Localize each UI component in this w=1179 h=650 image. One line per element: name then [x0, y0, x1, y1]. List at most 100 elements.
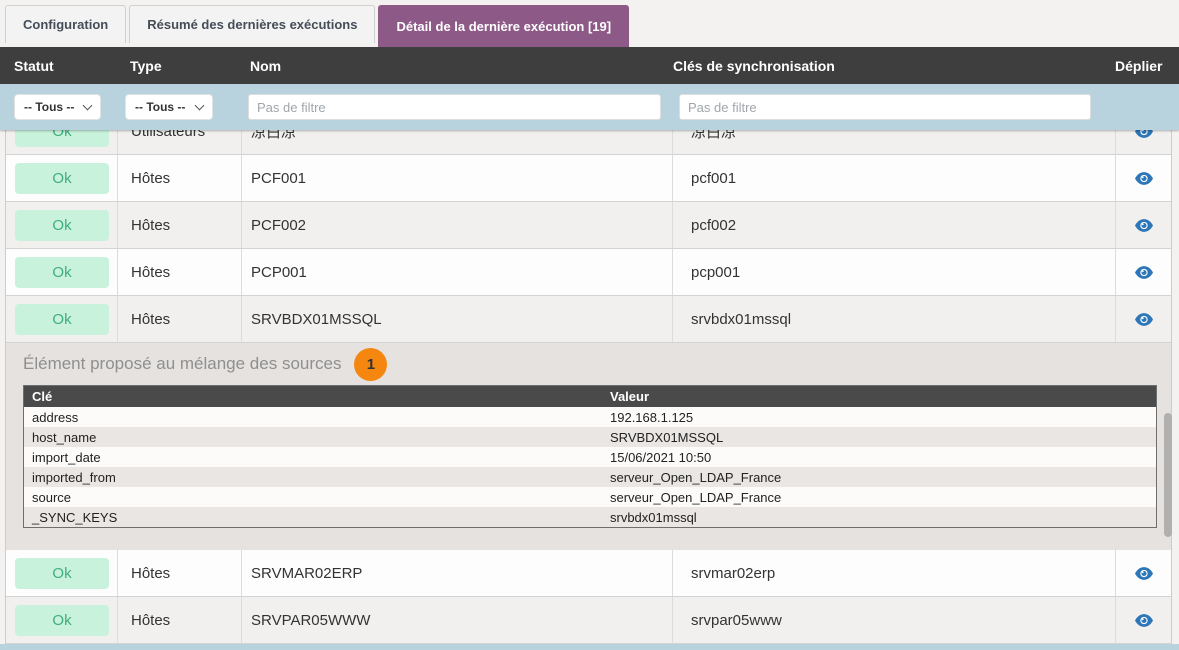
tab-last-executions-summary[interactable]: Résumé des dernières exécutions [129, 5, 375, 43]
sync-execution-screen: Configuration Résumé des dernières exécu… [0, 0, 1179, 650]
eye-icon [1135, 567, 1153, 580]
type-cell: Utilisateurs [118, 130, 242, 154]
kv-value: 15/06/2021 10:50 [602, 450, 1156, 465]
table-row: Ok Utilisateurs 凉白凉 凉白凉 [6, 130, 1171, 155]
status-badge: Ok [15, 257, 109, 288]
name-cell: 凉白凉 [242, 130, 673, 154]
status-badge: Ok [15, 210, 109, 241]
expand-row-button[interactable] [1116, 296, 1171, 342]
status-badge: Ok [15, 558, 109, 589]
expanded-panel-title: Élément proposé au mélange des sources [23, 354, 341, 374]
column-header-sync-keys: Clés de synchronisation [672, 47, 1115, 84]
column-header-valeur: Valeur [602, 389, 1156, 404]
expand-row-button[interactable] [1116, 249, 1171, 295]
chevron-down-icon [83, 100, 93, 110]
name-cell: PCF001 [242, 155, 673, 201]
kv-key: import_date [24, 450, 602, 465]
table-row: Ok Hôtes PCF002 pcf002 [6, 202, 1171, 249]
kv-value: serveur_Open_LDAP_France [602, 470, 1156, 485]
sync-keys-filter-input[interactable] [679, 94, 1091, 120]
status-cell: Ok [6, 202, 118, 248]
type-filter-value: -- Tous -- [135, 100, 185, 114]
kv-value: serveur_Open_LDAP_France [602, 490, 1156, 505]
expanded-panel-header: Élément proposé au mélange des sources 1 [6, 343, 1171, 385]
type-cell: Hôtes [118, 296, 242, 342]
kv-value: srvbdx01mssql [602, 510, 1156, 525]
column-header-statut: Statut [5, 47, 117, 84]
key-value-row: sourceserveur_Open_LDAP_France [24, 487, 1156, 507]
chevron-down-icon [195, 100, 205, 110]
table-rows-bottom: Ok Hôtes SRVMAR02ERP srvmar02erp Ok Hôte… [5, 550, 1172, 644]
name-cell: SRVPAR05WWW [242, 597, 673, 643]
key-value-rows: address192.168.1.125host_nameSRVBDX01MSS… [24, 407, 1156, 527]
count-badge: 1 [354, 348, 387, 381]
expanded-detail-panel: Élément proposé au mélange des sources 1… [5, 343, 1172, 550]
status-filter-value: -- Tous -- [24, 100, 74, 114]
table-row: Ok Hôtes SRVBDX01MSSQL srvbdx01mssql [6, 296, 1171, 343]
eye-icon [1135, 313, 1153, 326]
status-filter-select[interactable]: -- Tous -- [14, 94, 101, 120]
expand-row-button[interactable] [1116, 202, 1171, 248]
table-row: Ok Hôtes SRVPAR05WWW srvpar05www [6, 597, 1171, 644]
status-badge: Ok [15, 304, 109, 335]
eye-icon [1135, 172, 1153, 185]
status-badge: Ok [15, 163, 109, 194]
bottom-edge-strip [0, 644, 1179, 650]
status-cell: Ok [6, 249, 118, 295]
key-value-row: imported_fromserveur_Open_LDAP_France [24, 467, 1156, 487]
type-cell: Hôtes [118, 550, 242, 596]
key-value-row: address192.168.1.125 [24, 407, 1156, 427]
column-header-nom: Nom [241, 47, 672, 84]
sync-keys-cell: srvbdx01mssql [673, 296, 1116, 342]
sync-keys-cell: srvpar05www [673, 597, 1116, 643]
expand-row-button[interactable] [1116, 597, 1171, 643]
kv-key: address [24, 410, 602, 425]
status-cell: Ok [6, 296, 118, 342]
name-cell: SRVMAR02ERP [242, 550, 673, 596]
eye-icon [1135, 266, 1153, 279]
table-header: Statut Type Nom Clés de synchronisation … [0, 47, 1179, 84]
name-cell: SRVBDX01MSSQL [242, 296, 673, 342]
sync-keys-cell: pcp001 [673, 249, 1116, 295]
eye-icon [1135, 219, 1153, 232]
table-row: Ok Hôtes PCP001 pcp001 [6, 249, 1171, 296]
name-filter-input[interactable] [248, 94, 661, 120]
key-value-table-header: Clé Valeur [24, 386, 1156, 407]
eye-icon [1135, 130, 1153, 138]
sync-keys-cell: pcf001 [673, 155, 1116, 201]
eye-icon [1135, 614, 1153, 627]
table-row: Ok Hôtes SRVMAR02ERP srvmar02erp [6, 550, 1171, 597]
column-header-cle: Clé [24, 389, 602, 404]
column-header-type: Type [117, 47, 241, 84]
tab-bar: Configuration Résumé des dernières exécu… [0, 0, 1179, 47]
status-cell: Ok [6, 155, 118, 201]
kv-key: source [24, 490, 602, 505]
type-cell: Hôtes [118, 597, 242, 643]
status-cell: Ok [6, 550, 118, 596]
kv-value: 192.168.1.125 [602, 410, 1156, 425]
type-filter-select[interactable]: -- Tous -- [125, 94, 213, 120]
partially-scrolled-row: Ok Utilisateurs 凉白凉 凉白凉 [6, 130, 1171, 155]
expand-row-button[interactable] [1116, 130, 1171, 154]
kv-key: host_name [24, 430, 602, 445]
scrollbar-thumb[interactable] [1164, 413, 1172, 537]
kv-value: SRVBDX01MSSQL [602, 430, 1156, 445]
sync-keys-cell: 凉白凉 [673, 130, 1116, 154]
key-value-row: _SYNC_KEYSsrvbdx01mssql [24, 507, 1156, 527]
table-rows-top: Ok Utilisateurs 凉白凉 凉白凉 Ok Hôtes PCF001 … [5, 130, 1172, 343]
status-cell: Ok [6, 130, 118, 154]
status-badge: Ok [15, 605, 109, 636]
tab-configuration[interactable]: Configuration [5, 5, 126, 43]
sync-keys-cell: pcf002 [673, 202, 1116, 248]
expand-row-button[interactable] [1116, 155, 1171, 201]
tab-last-execution-detail[interactable]: Détail de la dernière exécution [19] [378, 5, 629, 47]
type-cell: Hôtes [118, 202, 242, 248]
kv-key: _SYNC_KEYS [24, 510, 602, 525]
type-cell: Hôtes [118, 155, 242, 201]
name-cell: PCP001 [242, 249, 673, 295]
column-header-deplier: Déplier [1115, 47, 1179, 84]
sync-keys-cell: srvmar02erp [673, 550, 1116, 596]
key-value-row: import_date15/06/2021 10:50 [24, 447, 1156, 467]
expand-row-button[interactable] [1116, 550, 1171, 596]
filter-row: -- Tous -- -- Tous -- [0, 84, 1179, 130]
